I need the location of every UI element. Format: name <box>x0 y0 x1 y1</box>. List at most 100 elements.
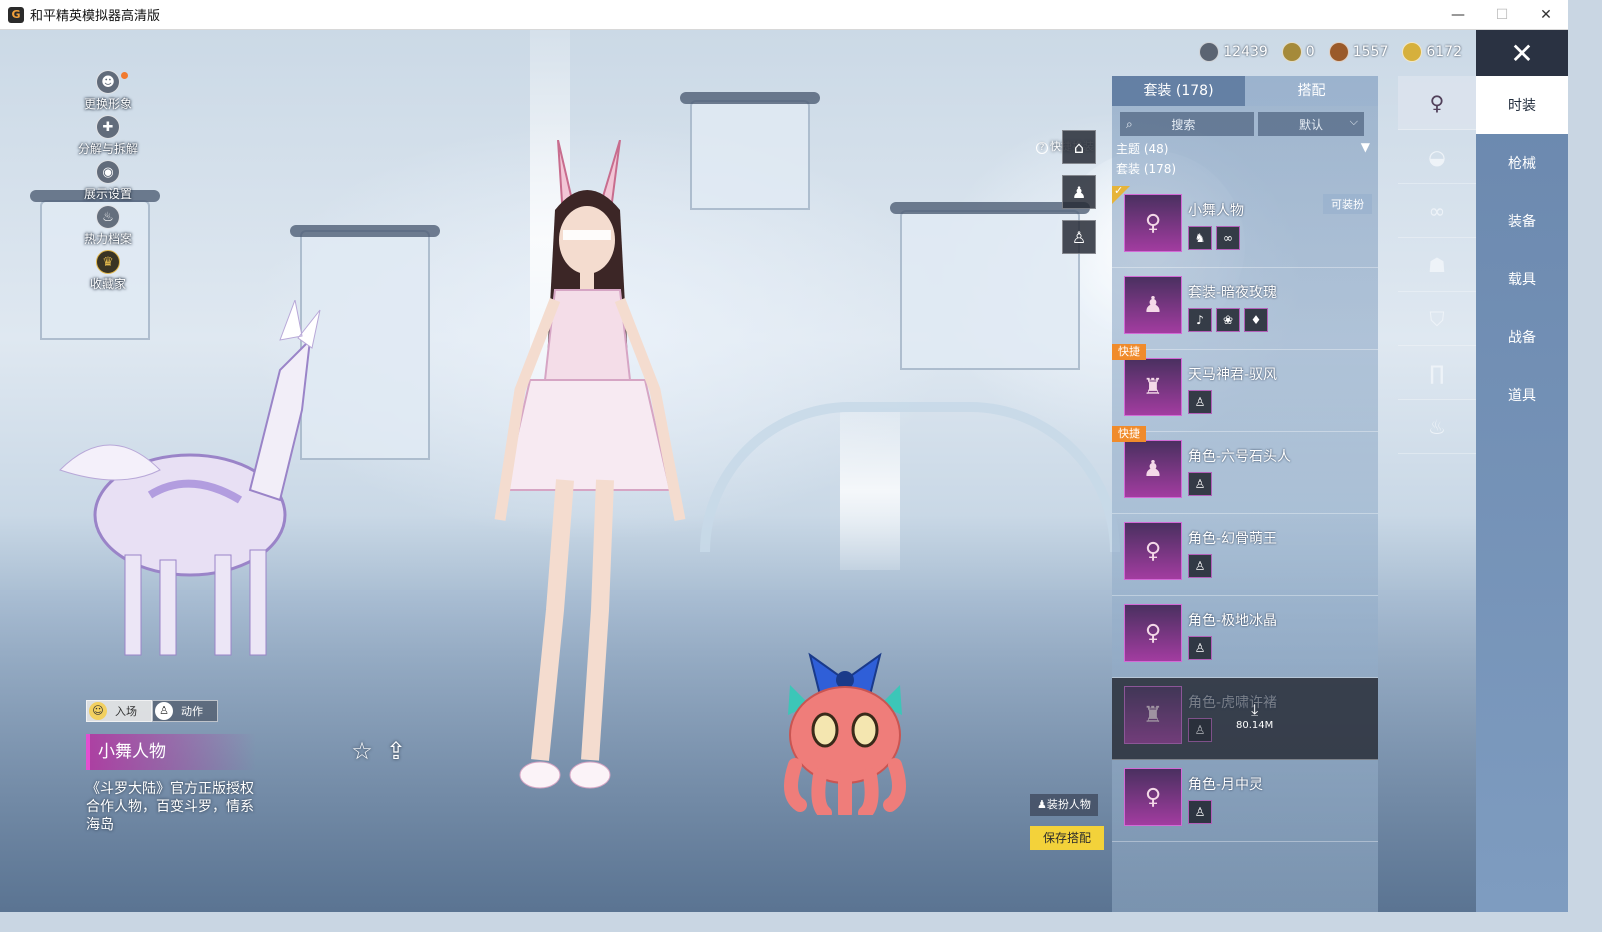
wearable-badge: 可装扮 <box>1323 194 1372 214</box>
type-jacket-tab[interactable]: ⛉ <box>1398 292 1476 346</box>
hanger-icon: ⌂ <box>1073 137 1085 157</box>
quick-badge: 快捷 <box>1112 426 1146 442</box>
outfit-parts: ♞ ∞ <box>1188 226 1240 250</box>
flame-icon: ♨ <box>96 205 120 229</box>
type-pants-tab[interactable]: ∏ <box>1398 346 1476 400</box>
quick-slot-2[interactable]: ♙ <box>1062 220 1096 254</box>
list-item[interactable]: ♀ 角色-月中灵 ♙ <box>1112 760 1378 842</box>
outfit-parts: ♙ <box>1188 390 1212 414</box>
sort-dropdown[interactable]: 默认 ⌵ <box>1258 112 1364 136</box>
heat-archive-button[interactable]: ♨ 热力档案 <box>70 205 146 250</box>
part-icon[interactable]: ♦ <box>1244 308 1268 332</box>
menu-label: 热力档案 <box>83 232 132 246</box>
part-icon[interactable]: ♙ <box>1188 800 1212 824</box>
outfit-thumbnail: ♀ <box>1124 522 1182 580</box>
download-size: 80.14M <box>1236 720 1274 731</box>
outfit-name: 角色-极地冰晶 <box>1188 613 1278 629</box>
search-input[interactable]: ⌕ 搜索 <box>1120 112 1254 136</box>
currency-bar: 12439 0 1557 6172 <box>1199 42 1462 62</box>
part-icon[interactable]: ♞ <box>1188 226 1212 250</box>
change-appearance-button[interactable]: ☻ 更换形象 <box>70 70 146 115</box>
currency-bronze[interactable]: 1557 <box>1328 42 1389 62</box>
tab-label: 动作 <box>181 705 203 718</box>
category-theme[interactable]: 主题 (48) ▼ <box>1116 140 1378 158</box>
tab-suits[interactable]: 套装 (178) <box>1112 76 1245 106</box>
part-icon[interactable]: ♙ <box>1188 472 1212 496</box>
quick-slot-hanger[interactable]: ⌂ <box>1062 130 1096 164</box>
octopus-pet[interactable] <box>770 635 920 815</box>
menu-label: 展示设置 <box>83 187 132 201</box>
jacket-icon: ⛉ <box>1429 306 1445 331</box>
tab-firearms[interactable]: 枪械 <box>1476 134 1568 192</box>
quick-slot-1[interactable]: ♟ <box>1062 175 1096 209</box>
window-close-button[interactable]: ✕ <box>1524 0 1568 30</box>
maximize-button[interactable]: ☐ <box>1480 0 1524 30</box>
outfit-parts: ♙ <box>1188 554 1212 578</box>
category-suits[interactable]: 套装 (178) <box>1116 160 1378 178</box>
share-icon[interactable]: ⇪ <box>382 737 410 765</box>
currency-gold[interactable]: 0 <box>1281 42 1315 62</box>
part-icon[interactable]: ♙ <box>1188 554 1212 578</box>
tab-equipment[interactable]: 装备 <box>1476 192 1568 250</box>
wear-character-button[interactable]: ♟装扮人物 <box>1030 794 1098 816</box>
type-character-tab[interactable]: ♀ <box>1398 76 1476 130</box>
tab-combos[interactable]: 搭配 <box>1245 76 1378 106</box>
currency-star[interactable]: 6172 <box>1402 42 1462 62</box>
tab-action[interactable]: ♙ 动作 <box>152 700 218 722</box>
star-outline-icon[interactable]: ☆ <box>348 737 376 765</box>
outfit-name: 角色-幻骨萌王 <box>1188 531 1278 547</box>
game-scene[interactable]: ☻ 更换形象 ✚ 分解与拆解 ◉ 展示设置 ♨ 热力档案 ♛ 收藏家 ?快捷换装… <box>0 30 1568 912</box>
part-icon[interactable]: ♙ <box>1188 636 1212 660</box>
tab-battle-prep[interactable]: 战备 <box>1476 308 1568 366</box>
cap-icon: ◒ <box>1428 144 1446 169</box>
person-icon: ♟ <box>1037 798 1047 811</box>
list-item[interactable]: ♀ ✓ 小舞人物 可装扮 ♞ ∞ <box>1112 184 1378 268</box>
tab-entrance[interactable]: ☺ 入场 <box>86 700 152 722</box>
outfit-parts: ♪ ❀ ♦ <box>1188 308 1268 332</box>
pose-icon: ♙ <box>155 702 173 720</box>
list-item[interactable]: ♟ 快捷 角色-六号石头人 ♙ <box>1112 426 1378 514</box>
currency-silver[interactable]: 12439 <box>1199 42 1268 62</box>
type-mask-tab[interactable]: ☗ <box>1398 238 1476 292</box>
list-item[interactable]: ♜ 快捷 天马神君-驭风 ♙ <box>1112 344 1378 432</box>
close-icon[interactable]: ✕ <box>1476 30 1568 76</box>
menu-label: 更换形象 <box>83 97 132 111</box>
outfit-thumbnail: ♀ <box>1124 604 1182 662</box>
part-icon[interactable]: ∞ <box>1216 226 1240 250</box>
tab-vehicles[interactable]: 载具 <box>1476 250 1568 308</box>
display-settings-button[interactable]: ◉ 展示设置 <box>70 160 146 205</box>
part-icon[interactable]: ♪ <box>1188 308 1212 332</box>
tower <box>690 100 810 210</box>
category-sidebar: ✕ 时装 枪械 装备 载具 战备 道具 <box>1476 30 1568 912</box>
search-placeholder: 搜索 <box>1171 117 1196 132</box>
outfit-name: 小舞人物 <box>1188 203 1244 219</box>
currency-value: 12439 <box>1223 44 1268 60</box>
outfit-thumbnail: ♜ <box>1124 358 1182 416</box>
avatar-icon: ☻ <box>96 70 120 94</box>
outfit-name: 小舞人物 <box>86 734 256 770</box>
left-menu: ☻ 更换形象 ✚ 分解与拆解 ◉ 展示设置 ♨ 热力档案 ♛ 收藏家 <box>70 70 146 295</box>
download-button[interactable]: ⤓ 80.14M <box>1236 700 1273 731</box>
collector-button[interactable]: ♛ 收藏家 <box>70 250 146 295</box>
list-item[interactable]: ♀ 角色-幻骨萌王 ♙ <box>1112 514 1378 596</box>
minimize-button[interactable]: — <box>1436 0 1480 30</box>
tab-fashion[interactable]: 时装 <box>1476 76 1568 134</box>
outfit-slot-icon: ♙ <box>1071 227 1087 247</box>
currency-value: 1557 <box>1352 44 1389 60</box>
type-glasses-tab[interactable]: ∞ <box>1398 184 1476 238</box>
list-item[interactable]: ♟ 套装-暗夜玫瑰 ♪ ❀ ♦ <box>1112 268 1378 350</box>
tab-props[interactable]: 道具 <box>1476 366 1568 424</box>
arch-bridge <box>700 402 1120 552</box>
character-icon: ♀ <box>1429 90 1445 115</box>
decompose-button[interactable]: ✚ 分解与拆解 <box>70 115 146 160</box>
collector-icon: ♛ <box>96 250 120 274</box>
save-outfit-button[interactable]: 保存搭配 <box>1030 826 1104 850</box>
type-shoes-tab[interactable]: ♨ <box>1398 400 1476 454</box>
player-character[interactable] <box>470 140 700 800</box>
part-icon[interactable]: ♙ <box>1188 718 1212 742</box>
list-item[interactable]: ♀ 角色-极地冰晶 ♙ <box>1112 596 1378 678</box>
part-icon[interactable]: ♙ <box>1188 390 1212 414</box>
type-cap-tab[interactable]: ◒ <box>1398 130 1476 184</box>
part-icon[interactable]: ❀ <box>1216 308 1240 332</box>
list-item-locked[interactable]: ♜ 角色-虎啸许褚 ⤓ 80.14M ♙ <box>1112 678 1378 760</box>
